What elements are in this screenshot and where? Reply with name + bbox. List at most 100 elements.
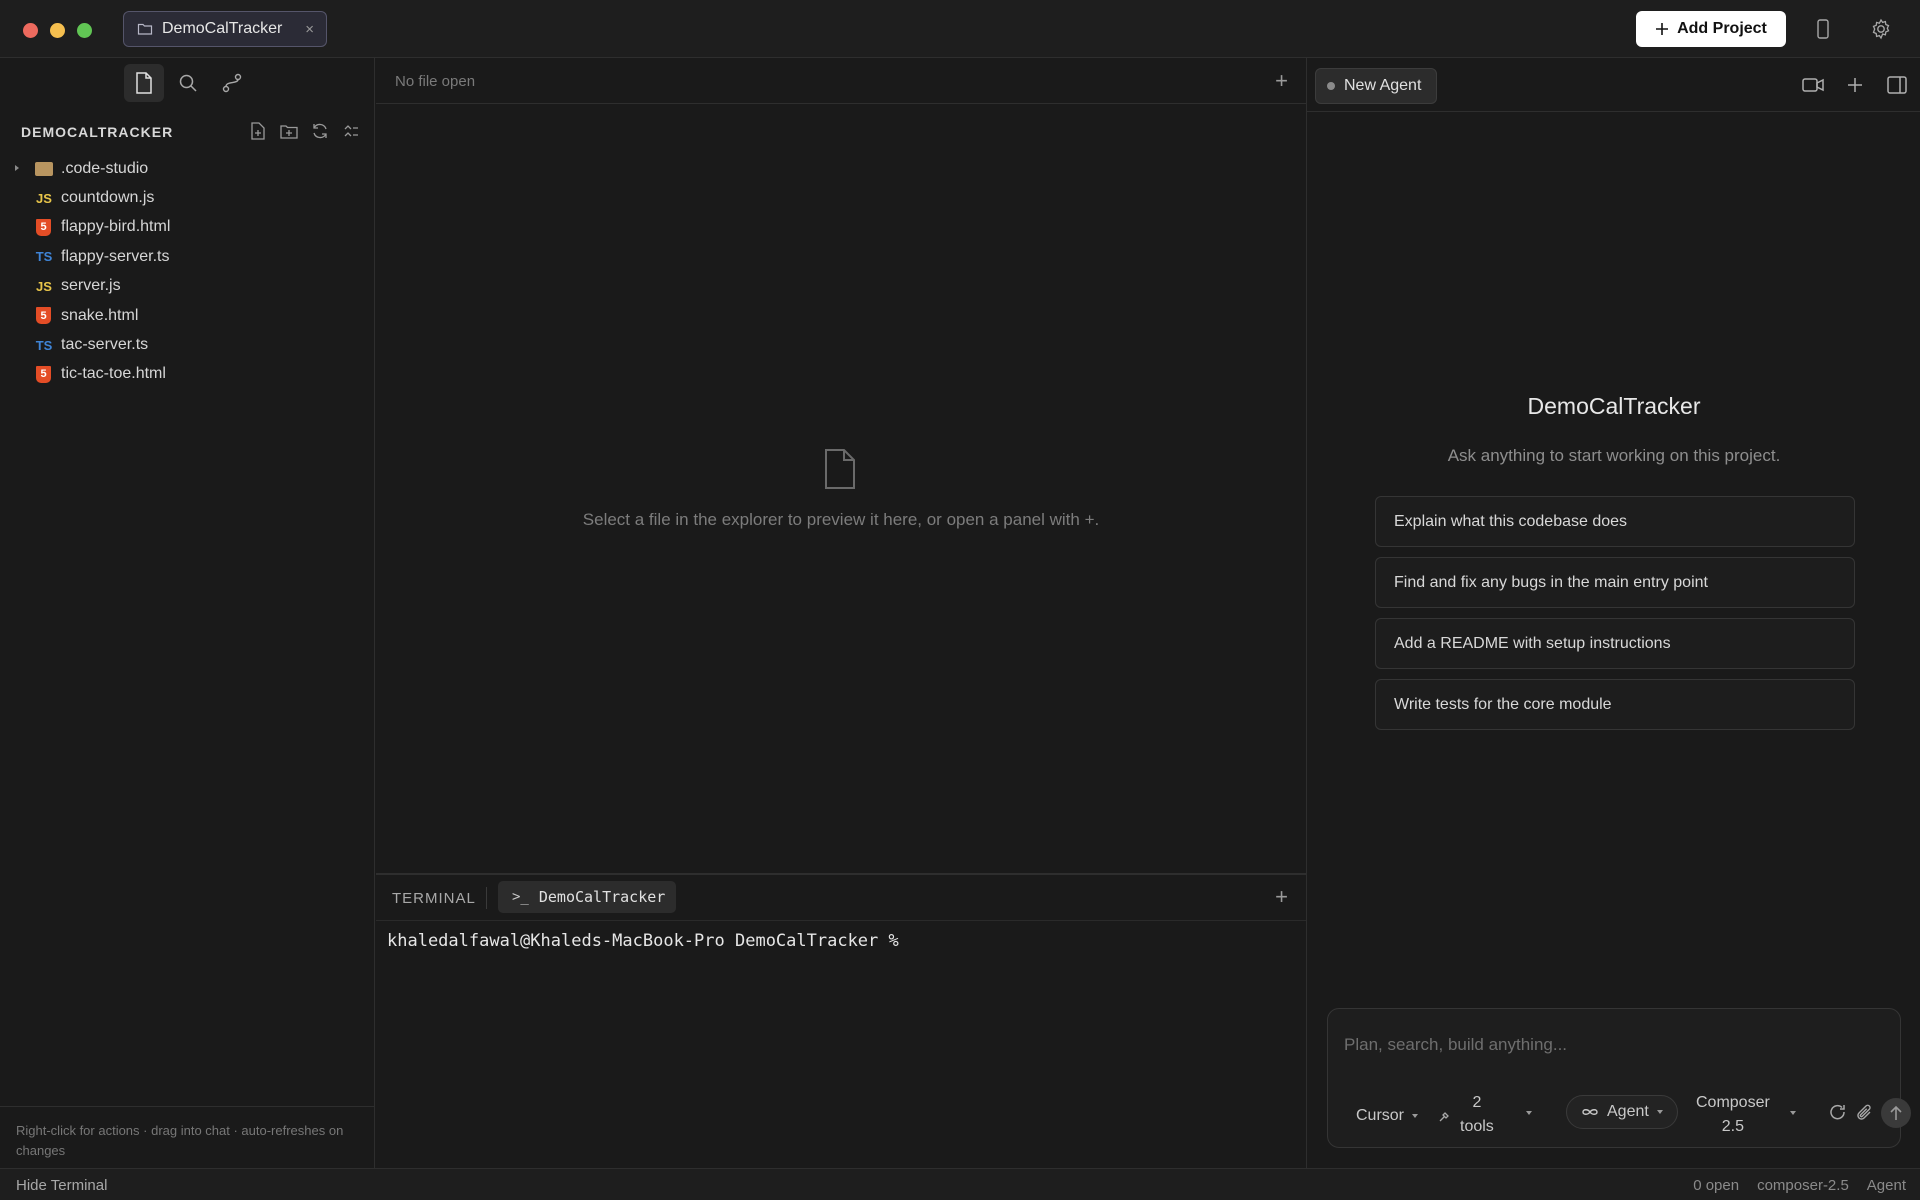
plus-icon[interactable] [1843, 73, 1867, 97]
model-status[interactable]: composer-2.5 [1757, 1177, 1849, 1194]
welcome-title: DemoCalTracker [1527, 393, 1701, 419]
terminal-tab[interactable]: >_ DemoCalTracker [498, 881, 676, 913]
chevron-down-icon [1790, 1111, 1796, 1115]
open-panel-plus-icon[interactable]: + [1275, 68, 1288, 94]
sidebar: DEMOCALTRACKER .code-studio JS countdown.j… [0, 58, 375, 1168]
empty-file-icon [825, 449, 855, 489]
minimize-window-button[interactable] [50, 23, 65, 38]
project-tab[interactable]: DemoCalTracker × [123, 11, 327, 47]
add-project-button[interactable]: Add Project [1636, 11, 1786, 47]
file-tree-item[interactable]: 5 snake.html [0, 301, 375, 330]
terminal-label: TERMINAL [392, 890, 476, 907]
send-button[interactable] [1881, 1098, 1911, 1128]
empty-state-message: Select a file in the explorer to preview… [582, 510, 1100, 529]
folder-file-icon [35, 161, 53, 176]
editor-tab-bar: No file open + [376, 58, 1306, 104]
new-folder-icon[interactable] [279, 121, 299, 141]
sidebar-toolbar [0, 58, 375, 108]
file-tree-item[interactable]: JS server.js [0, 272, 375, 301]
file-name: flappy-bird.html [61, 218, 171, 236]
suggestion-list: Explain what this codebase does Find and … [1375, 496, 1855, 740]
refresh-icon[interactable] [310, 121, 330, 141]
suggestion-button[interactable]: Add a README with setup instructions [1375, 618, 1855, 669]
chevron-down-icon [1656, 1110, 1663, 1114]
file-tree: .code-studio JS countdown.js 5 flappy-bird.h… [0, 154, 375, 389]
file-name: flappy-server.ts [61, 247, 170, 265]
file-name: server.js [61, 277, 121, 295]
terminal-tab-label: DemoCalTracker [538, 888, 666, 906]
file-tree-item[interactable]: 5 tic-tac-toe.html [0, 360, 375, 389]
chat-composer: Plan, search, build anything... Cursor 2… [1327, 1008, 1911, 1148]
chevron-down-icon [1526, 1111, 1532, 1115]
zoom-window-button[interactable] [77, 23, 92, 38]
sidebar-hint: Right-click for actions · drag into chat… [0, 1106, 375, 1168]
file-name: tac-server.ts [61, 336, 149, 354]
ts-file-icon: TS [35, 337, 53, 353]
search-icon[interactable] [168, 64, 208, 102]
agent-tab-bar: New Agent [1307, 58, 1920, 112]
explorer-title: DEMOCALTRACKER [21, 124, 174, 140]
suggestion-button[interactable]: Explain what this codebase does [1375, 496, 1855, 547]
project-tab-label: DemoCalTracker [162, 20, 283, 37]
phone-icon[interactable] [1811, 17, 1835, 41]
chevron-down-icon [1412, 1114, 1419, 1118]
add-project-label: Add Project [1677, 20, 1767, 37]
file-tree-item[interactable]: .code-studio [0, 154, 375, 183]
collapse-icon[interactable] [341, 121, 361, 141]
welcome-subtitle: Ask anything to start working on this pr… [1447, 446, 1781, 465]
agent-panel: New Agent DemoCalTracker Ask anything to… [1306, 58, 1920, 1168]
html-file-icon: 5 [36, 307, 51, 325]
file-tree-item[interactable]: TS flappy-server.ts [0, 242, 375, 271]
tool-icon [1439, 1112, 1449, 1122]
mode-status[interactable]: Agent [1867, 1177, 1906, 1194]
sidebar-toggle-icon[interactable] [1885, 73, 1909, 97]
arrow-up-icon [1890, 1105, 1902, 1120]
file-tree-item[interactable]: 5 flappy-bird.html [0, 213, 375, 242]
chat-input[interactable]: Plan, search, build anything... [1344, 1035, 1567, 1055]
close-icon[interactable]: × [305, 21, 314, 38]
ts-file-icon: TS [35, 249, 53, 265]
html-file-icon: 5 [36, 218, 51, 236]
hide-terminal-button[interactable]: Hide Terminal [16, 1177, 107, 1194]
close-window-button[interactable] [23, 23, 38, 38]
model-version: 2.5 [1721, 1118, 1745, 1135]
editor-area: No file open + Select a file in the expl… [376, 58, 1306, 873]
infinity-icon [1582, 1109, 1598, 1115]
terminal-prompt[interactable]: khaledalfawal@Khaleds-MacBook-Pro DemoCa… [387, 931, 899, 951]
refresh-icon[interactable] [1828, 1103, 1848, 1128]
cursor-dropdown[interactable]: Cursor [1356, 1107, 1419, 1125]
suggestion-button[interactable]: Find and fix any bugs in the main entry … [1375, 557, 1855, 608]
new-file-icon[interactable] [248, 121, 268, 141]
explorer-header: DEMOCALTRACKER [0, 116, 375, 146]
folder-icon [137, 23, 153, 35]
file-name: tic-tac-toe.html [61, 365, 166, 383]
plus-icon [1656, 23, 1669, 35]
file-tree-item[interactable]: JS countdown.js [0, 183, 375, 212]
terminal-icon: >_ [512, 889, 529, 905]
mode-dropdown[interactable]: Agent [1566, 1095, 1678, 1129]
agent-tab-label: New Agent [1344, 77, 1422, 94]
tools-dropdown[interactable]: 2 tools [1439, 1091, 1532, 1139]
title-bar: DemoCalTracker × Add Project [0, 0, 1920, 58]
file-name: countdown.js [61, 189, 155, 207]
new-terminal-plus-icon[interactable]: + [1275, 884, 1288, 910]
file-tree-item[interactable]: TS tac-server.ts [0, 330, 375, 359]
terminal-tab-bar: TERMINAL >_ DemoCalTracker + [376, 875, 1306, 921]
paperclip-icon[interactable] [1855, 1103, 1875, 1128]
video-icon[interactable] [1801, 73, 1825, 97]
js-file-icon: JS [36, 278, 52, 294]
html-file-icon: 5 [36, 365, 51, 383]
js-file-icon: JS [36, 190, 52, 206]
git-branch-icon[interactable] [212, 64, 252, 102]
file-icon[interactable] [123, 64, 164, 102]
tools-count: 2 [1472, 1094, 1482, 1111]
chevron-right-icon[interactable] [15, 165, 19, 171]
open-count: 0 open [1693, 1177, 1740, 1194]
gear-icon[interactable] [1869, 17, 1893, 41]
status-bar: Hide Terminal 0 open composer-2.5 Agent [0, 1168, 1920, 1200]
mode-label: Agent [1607, 1103, 1649, 1120]
model-dropdown[interactable]: Composer 2.5 [1696, 1091, 1796, 1139]
new-agent-tab[interactable]: New Agent [1315, 68, 1437, 104]
suggestion-button[interactable]: Write tests for the core module [1375, 679, 1855, 730]
tools-label: tools [1460, 1118, 1494, 1135]
